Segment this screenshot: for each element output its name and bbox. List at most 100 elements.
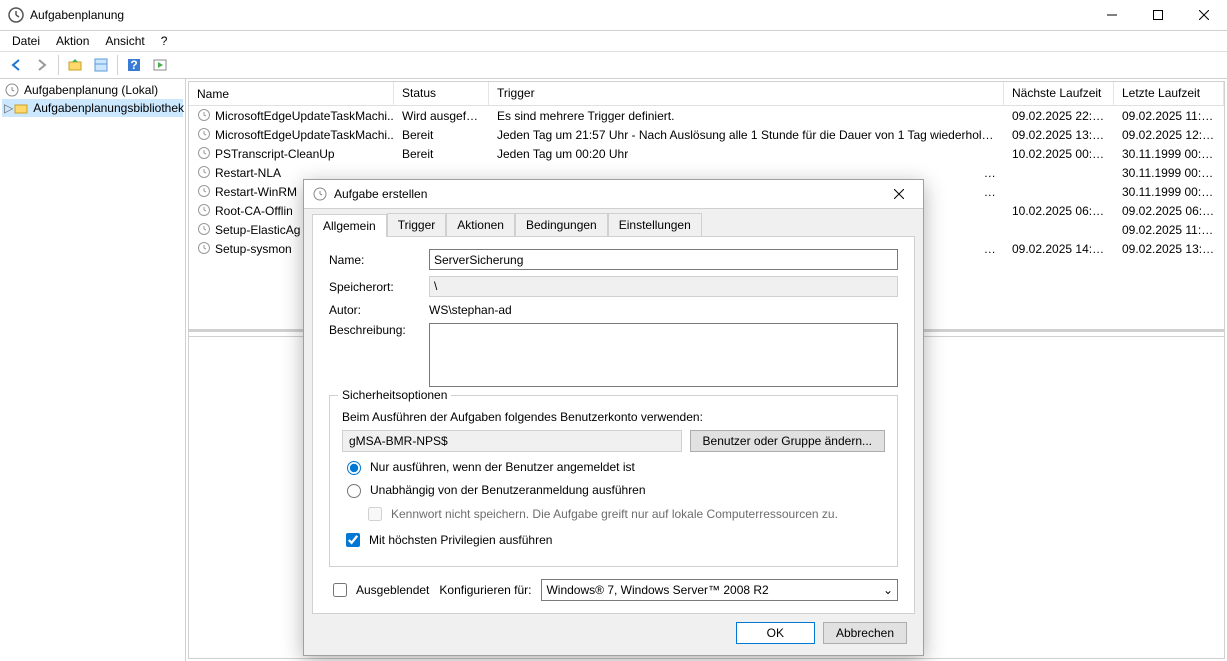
tab-trigger[interactable]: Trigger bbox=[387, 213, 447, 236]
task-next: 09.02.2025 14:00:00 bbox=[1004, 241, 1114, 257]
toolbar: ? bbox=[0, 51, 1227, 79]
task-status: Bereit bbox=[394, 127, 489, 143]
window-title: Aufgabenplanung bbox=[30, 8, 1089, 22]
tab-settings[interactable]: Einstellungen bbox=[608, 213, 702, 236]
check-no-password-input bbox=[368, 507, 382, 521]
tab-actions[interactable]: Aktionen bbox=[446, 213, 515, 236]
task-status: Bereit bbox=[394, 146, 489, 162]
run-as-text: Beim Ausführen der Aufgaben folgendes Be… bbox=[342, 410, 885, 424]
task-last: 30.11.1999 00:00: bbox=[1114, 146, 1224, 162]
task-last: 09.02.2025 06:00: bbox=[1114, 203, 1224, 219]
task-last: 09.02.2025 11:46: bbox=[1114, 222, 1224, 238]
back-button[interactable] bbox=[4, 53, 28, 77]
check-hidden-label: Ausgeblendet bbox=[356, 583, 429, 597]
col-status[interactable]: Status bbox=[394, 82, 489, 105]
task-last: 30.11.1999 00:00: bbox=[1114, 184, 1224, 200]
configure-for-select[interactable]: Windows® 7, Windows Server™ 2008 R2 ⌄ bbox=[541, 579, 898, 601]
view-panel-icon[interactable] bbox=[89, 53, 113, 77]
run-icon[interactable] bbox=[148, 53, 172, 77]
folder-icon bbox=[13, 100, 29, 116]
task-trigger: Es sind mehrere Trigger definiert. bbox=[489, 108, 1004, 124]
tree-pane: Aufgabenplanung (Lokal) ▷ Aufgabenplanun… bbox=[0, 79, 186, 661]
tree-library[interactable]: ▷ Aufgabenplanungsbibliothek bbox=[2, 99, 183, 117]
clock-icon bbox=[197, 165, 213, 181]
security-group-title: Sicherheitsoptionen bbox=[338, 388, 451, 402]
create-task-dialog: Aufgabe erstellen Allgemein Trigger Akti… bbox=[303, 179, 924, 656]
change-user-button[interactable]: Benutzer oder Gruppe ändern... bbox=[690, 430, 885, 452]
clock-icon bbox=[197, 184, 213, 200]
tab-conditions[interactable]: Bedingungen bbox=[515, 213, 608, 236]
task-last: 09.02.2025 11:46: bbox=[1114, 108, 1224, 124]
task-trigger: Jeden Tag um 21:57 Uhr - Nach Auslösung … bbox=[489, 127, 1004, 143]
check-highest-priv-input[interactable] bbox=[346, 533, 360, 547]
clock-icon bbox=[312, 186, 328, 202]
table-row[interactable]: MicrosoftEdgeUpdateTaskMachi...BereitJed… bbox=[189, 125, 1224, 144]
task-header: Name Status Trigger Nächste Laufzeit Let… bbox=[189, 82, 1224, 106]
task-last: 09.02.2025 13:00: bbox=[1114, 241, 1224, 257]
chevron-down-icon: ⌄ bbox=[883, 583, 893, 597]
svg-text:?: ? bbox=[130, 58, 137, 72]
author-value: WS\stephan-ad bbox=[429, 303, 512, 317]
clock-icon bbox=[197, 108, 213, 124]
task-name: Setup-sysmon bbox=[215, 242, 292, 256]
help-icon[interactable]: ? bbox=[122, 53, 146, 77]
forward-button[interactable] bbox=[30, 53, 54, 77]
task-next: 10.02.2025 00:20:00 bbox=[1004, 146, 1114, 162]
close-button[interactable] bbox=[1181, 0, 1227, 30]
col-name[interactable]: Name bbox=[189, 82, 394, 105]
task-name: PSTranscript-CleanUp bbox=[215, 147, 335, 161]
clock-icon bbox=[197, 146, 213, 162]
radio-logged-on[interactable]: Nur ausführen, wenn der Benutzer angemel… bbox=[342, 458, 885, 475]
folder-up-icon[interactable] bbox=[63, 53, 87, 77]
configure-value: Windows® 7, Windows Server™ 2008 R2 bbox=[546, 583, 768, 597]
chevron-right-icon: ▷ bbox=[4, 101, 13, 115]
radio-logged-on-input[interactable] bbox=[347, 461, 361, 475]
table-row[interactable]: MicrosoftEdgeUpdateTaskMachi...Wird ausg… bbox=[189, 106, 1224, 125]
menu-action[interactable]: Aktion bbox=[48, 32, 97, 50]
check-hidden-input[interactable] bbox=[333, 583, 347, 597]
col-last[interactable]: Letzte Laufzeit bbox=[1114, 82, 1224, 105]
clock-icon bbox=[197, 127, 213, 143]
dialog-close-button[interactable] bbox=[883, 180, 915, 208]
description-input[interactable] bbox=[429, 323, 898, 387]
minimize-button[interactable] bbox=[1089, 0, 1135, 30]
radio-any[interactable]: Unabhängig von der Benutzeranmeldung aus… bbox=[342, 481, 885, 498]
check-highest-priv[interactable]: Mit höchsten Privilegien ausführen bbox=[342, 530, 885, 550]
task-name: Restart-WinRM bbox=[215, 185, 297, 199]
ok-button[interactable]: OK bbox=[736, 622, 815, 644]
location-value: \ bbox=[429, 276, 898, 297]
location-label: Speicherort: bbox=[329, 280, 429, 294]
tab-general[interactable]: Allgemein bbox=[312, 214, 387, 237]
menu-file[interactable]: Datei bbox=[4, 32, 48, 50]
task-next: 10.02.2025 06:00:00 bbox=[1004, 203, 1114, 219]
user-account-field: gMSA-BMR-NPS$ bbox=[342, 430, 682, 452]
cancel-button[interactable]: Abbrechen bbox=[823, 622, 907, 644]
author-label: Autor: bbox=[329, 303, 429, 317]
dialog-titlebar: Aufgabe erstellen bbox=[304, 180, 923, 209]
task-status bbox=[394, 172, 489, 174]
clock-icon bbox=[4, 82, 20, 98]
col-next[interactable]: Nächste Laufzeit bbox=[1004, 82, 1114, 105]
col-trigger[interactable]: Trigger bbox=[489, 82, 1004, 105]
radio-any-input[interactable] bbox=[347, 484, 361, 498]
tree-root[interactable]: Aufgabenplanung (Lokal) bbox=[2, 81, 183, 99]
menubar: Datei Aktion Ansicht ? bbox=[0, 31, 1227, 51]
radio-logged-on-label: Nur ausführen, wenn der Benutzer angemel… bbox=[370, 460, 635, 474]
table-row[interactable]: PSTranscript-CleanUpBereitJeden Tag um 0… bbox=[189, 144, 1224, 163]
name-input[interactable] bbox=[429, 249, 898, 270]
menu-help[interactable]: ? bbox=[153, 32, 176, 50]
task-name: MicrosoftEdgeUpdateTaskMachi... bbox=[215, 128, 394, 142]
check-hidden[interactable]: Ausgeblendet bbox=[329, 580, 429, 600]
task-last: 30.11.1999 00:00: bbox=[1114, 165, 1224, 181]
task-next bbox=[1004, 229, 1114, 231]
menu-view[interactable]: Ansicht bbox=[97, 32, 152, 50]
maximize-button[interactable] bbox=[1135, 0, 1181, 30]
description-label: Beschreibung: bbox=[329, 323, 429, 337]
dialog-body: Name: Speicherort: \ Autor: WS\stephan-a… bbox=[312, 236, 915, 614]
task-last: 09.02.2025 12:57: bbox=[1114, 127, 1224, 143]
radio-any-label: Unabhängig von der Benutzeranmeldung aus… bbox=[370, 483, 646, 497]
configure-label: Konfigurieren für: bbox=[439, 583, 531, 597]
task-name: MicrosoftEdgeUpdateTaskMachi... bbox=[215, 109, 394, 123]
clock-icon bbox=[197, 241, 213, 257]
task-name: Root-CA-Offlin bbox=[215, 204, 293, 218]
